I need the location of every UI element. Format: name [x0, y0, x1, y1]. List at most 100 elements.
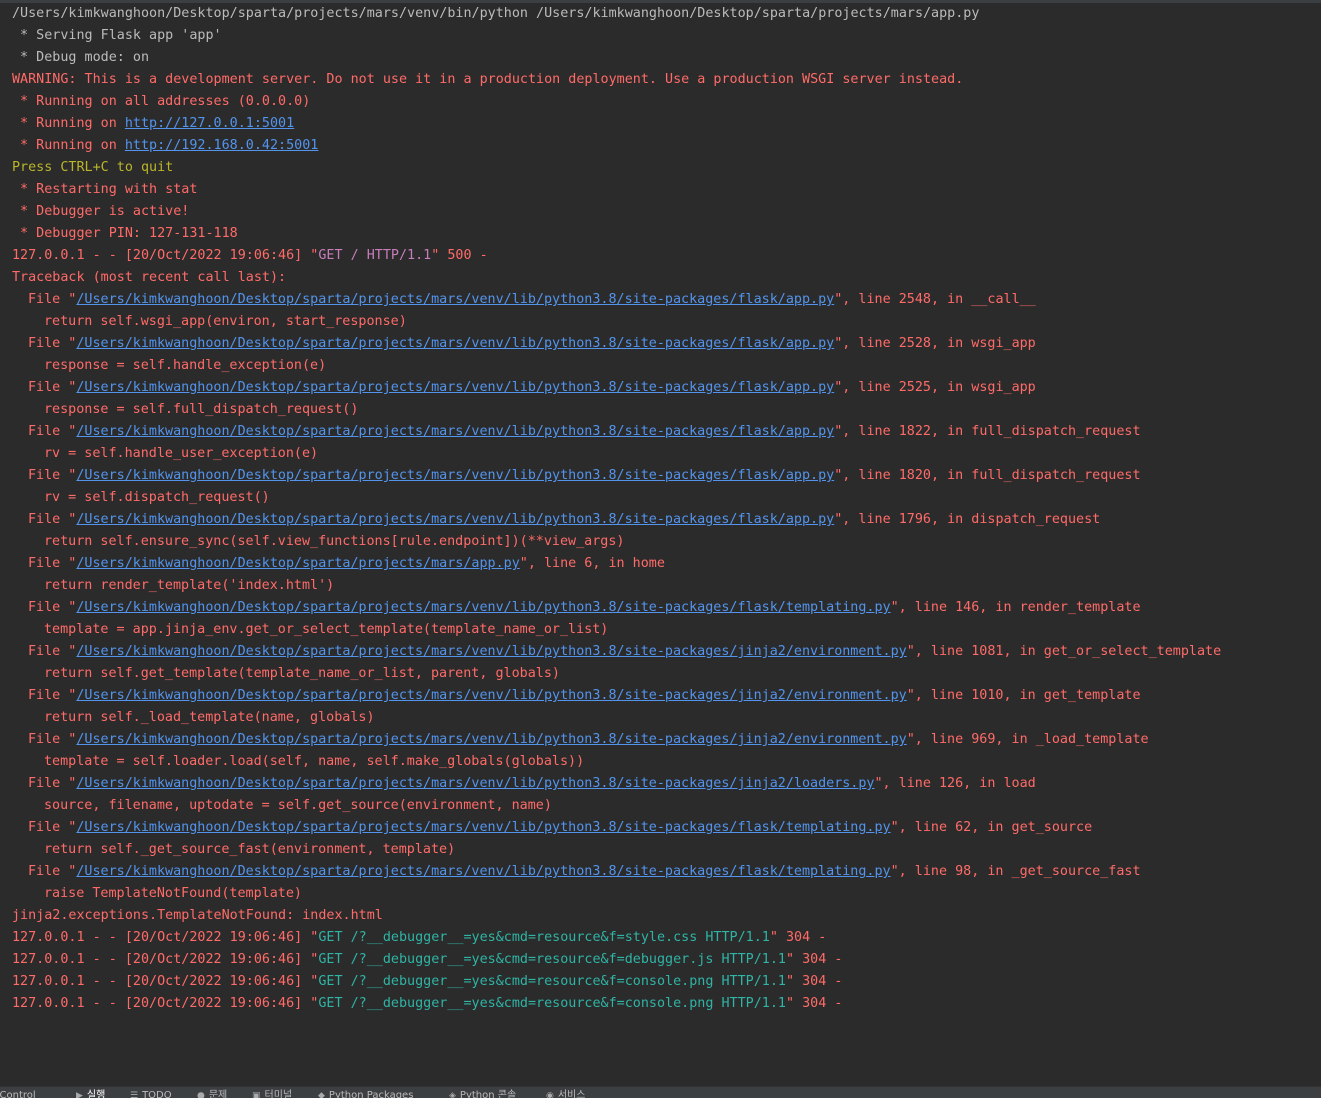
file-prefix: File "	[28, 468, 77, 483]
console-line-debugger-pin: * Debugger PIN: 127-131-118	[0, 223, 1321, 245]
file-prefix: File "	[28, 820, 77, 835]
frame-file-link[interactable]: /Users/kimkwanghoon/Desktop/sparta/proje…	[76, 820, 890, 835]
frame-file-link[interactable]: /Users/kimkwanghoon/Desktop/sparta/proje…	[76, 688, 906, 703]
frame-location: ", line 969, in _load_template	[906, 732, 1149, 747]
frame-location: ", line 1820, in full_dispatch_request	[834, 468, 1141, 483]
debug-mode-text: * Debug mode: on	[12, 50, 150, 65]
tab-label: 실행	[86, 1090, 106, 1098]
frame-file-link[interactable]: /Users/kimkwanghoon/Desktop/sparta/proje…	[76, 380, 834, 395]
console-line-traceback-header: Traceback (most recent call last):	[0, 267, 1321, 289]
request-prefix: 127.0.0.1 - - [20/Oct/2022 19:06:46] "	[12, 974, 319, 989]
services-icon: ◉	[546, 1091, 554, 1098]
traceback-frame-code: response = self.full_dispatch_request()	[0, 399, 1321, 421]
frame-file-link[interactable]: /Users/kimkwanghoon/Desktop/sparta/proje…	[76, 732, 906, 747]
traceback-frame-location: File "/Users/kimkwanghoon/Desktop/sparta…	[0, 641, 1321, 663]
tab-label: 서비스	[557, 1090, 586, 1098]
frame-file-link[interactable]: /Users/kimkwanghoon/Desktop/sparta/proje…	[76, 292, 834, 307]
tab-terminal[interactable]: ▣ 터미널	[252, 1090, 292, 1098]
frame-file-link[interactable]: /Users/kimkwanghoon/Desktop/sparta/proje…	[76, 644, 906, 659]
frame-file-link[interactable]: /Users/kimkwanghoon/Desktop/sparta/proje…	[76, 556, 519, 571]
console-line-request-main: 127.0.0.1 - - [20/Oct/2022 19:06:46] "GE…	[0, 245, 1321, 267]
tab-python-console[interactable]: ◈ Python 콘솔	[449, 1090, 516, 1098]
file-prefix: File "	[28, 864, 77, 879]
frame-location: ", line 1081, in get_or_select_template	[906, 644, 1222, 659]
tab-problems[interactable]: ● 문제	[197, 1090, 227, 1098]
traceback-frame-location: File "/Users/kimkwanghoon/Desktop/sparta…	[0, 685, 1321, 707]
frame-code: return render_template('index.html')	[44, 578, 335, 593]
request-log-line: 127.0.0.1 - - [20/Oct/2022 19:06:46] "GE…	[0, 949, 1321, 971]
frame-code: rv = self.handle_user_exception(e)	[44, 446, 319, 461]
url-lan-link[interactable]: http://192.168.0.42:5001	[125, 138, 318, 153]
request-log: 127.0.0.1 - - [20/Oct/2022 19:06:46] "GE…	[0, 927, 1321, 1015]
tab-label: n Control	[0, 1090, 36, 1098]
frame-file-link[interactable]: /Users/kimkwanghoon/Desktop/sparta/proje…	[76, 336, 834, 351]
tab-run[interactable]: ▶ 실행	[76, 1090, 105, 1098]
frame-file-link[interactable]: /Users/kimkwanghoon/Desktop/sparta/proje…	[76, 424, 834, 439]
frame-code: return self._get_source_fast(environment…	[44, 842, 456, 857]
frame-location: ", line 6, in home	[519, 556, 665, 571]
request-prefix: 127.0.0.1 - - [20/Oct/2022 19:06:46] "	[12, 248, 319, 263]
frame-file-link[interactable]: /Users/kimkwanghoon/Desktop/sparta/proje…	[76, 468, 834, 483]
frame-location: ", line 1796, in dispatch_request	[834, 512, 1101, 527]
tab-services[interactable]: ◉ 서비스	[546, 1090, 585, 1098]
traceback-frame-code: return render_template('index.html')	[0, 575, 1321, 597]
request-prefix: 127.0.0.1 - - [20/Oct/2022 19:06:46] "	[12, 930, 319, 945]
frame-location: ", line 2525, in wsgi_app	[834, 380, 1036, 395]
url-local-link[interactable]: http://127.0.0.1:5001	[125, 116, 294, 131]
traceback-frame-location: File "/Users/kimkwanghoon/Desktop/sparta…	[0, 729, 1321, 751]
restarting-text: * Restarting with stat	[12, 182, 198, 197]
frame-location: ", line 146, in render_template	[890, 600, 1141, 615]
list-icon: ☰	[130, 1091, 139, 1098]
frame-file-link[interactable]: /Users/kimkwanghoon/Desktop/sparta/proje…	[76, 776, 874, 791]
frame-location: ", line 2548, in __call__	[834, 292, 1036, 307]
traceback-frame-location: File "/Users/kimkwanghoon/Desktop/sparta…	[0, 289, 1321, 311]
traceback-frame-code: rv = self.handle_user_exception(e)	[0, 443, 1321, 465]
tab-todo[interactable]: ☰ TODO	[130, 1090, 172, 1098]
traceback-frame-location: File "/Users/kimkwanghoon/Desktop/sparta…	[0, 773, 1321, 795]
traceback-frame-location: File "/Users/kimkwanghoon/Desktop/sparta…	[0, 597, 1321, 619]
request-text: GET /?__debugger__=yes&cmd=resource&f=co…	[318, 974, 786, 989]
run-console[interactable]: /Users/kimkwanghoon/Desktop/sparta/proje…	[0, 0, 1321, 1086]
tab-version-control[interactable]: n Control	[0, 1090, 36, 1098]
traceback-frame-code: return self.wsgi_app(environ, start_resp…	[0, 311, 1321, 333]
request-log-line: 127.0.0.1 - - [20/Oct/2022 19:06:46] "GE…	[0, 927, 1321, 949]
warning-text: WARNING: This is a development server. D…	[12, 72, 964, 87]
request-text: GET /?__debugger__=yes&cmd=resource&f=st…	[318, 930, 770, 945]
tab-label: Python 콘솔	[459, 1090, 517, 1098]
file-prefix: File "	[28, 732, 77, 747]
console-line-warning: WARNING: This is a development server. D…	[0, 69, 1321, 91]
request-suffix: " 500 -	[431, 248, 488, 263]
request-log-line: 127.0.0.1 - - [20/Oct/2022 19:06:46] "GE…	[0, 971, 1321, 993]
traceback-frame-location: File "/Users/kimkwanghoon/Desktop/sparta…	[0, 421, 1321, 443]
frame-code: template = self.loader.load(self, name, …	[44, 754, 585, 769]
file-prefix: File "	[28, 776, 77, 791]
frame-code: source, filename, uptodate = self.get_so…	[44, 798, 552, 813]
play-icon: ▶	[76, 1091, 83, 1098]
traceback-frame-location: File "/Users/kimkwanghoon/Desktop/sparta…	[0, 465, 1321, 487]
traceback-frame-location: File "/Users/kimkwanghoon/Desktop/sparta…	[0, 861, 1321, 883]
script-path: /Users/kimkwanghoon/Desktop/sparta/proje…	[536, 6, 980, 21]
traceback-frame-code: source, filename, uptodate = self.get_so…	[0, 795, 1321, 817]
traceback-header: Traceback (most recent call last):	[12, 270, 287, 285]
tab-label: TODO	[142, 1090, 172, 1098]
file-prefix: File "	[28, 512, 77, 527]
file-prefix: File "	[28, 380, 77, 395]
serving-text: * Serving Flask app 'app'	[12, 28, 222, 43]
request-suffix: " 304 -	[785, 974, 843, 989]
traceback-frame-code: response = self.handle_exception(e)	[0, 355, 1321, 377]
tool-window-bar: n Control ▶실행 ☰TODO ●문제 ▣터미널 ◆Python Pac…	[0, 1086, 1321, 1098]
console-line-quit-hint: Press CTRL+C to quit	[0, 157, 1321, 179]
running-prefix: * Running on	[12, 138, 125, 153]
frame-location: ", line 98, in _get_source_fast	[890, 864, 1141, 879]
frame-code: response = self.handle_exception(e)	[44, 358, 327, 373]
frame-location: ", line 62, in get_source	[890, 820, 1093, 835]
file-prefix: File "	[28, 336, 77, 351]
frame-file-link[interactable]: /Users/kimkwanghoon/Desktop/sparta/proje…	[76, 864, 890, 879]
frame-file-link[interactable]: /Users/kimkwanghoon/Desktop/sparta/proje…	[76, 600, 890, 615]
traceback-frame-location: File "/Users/kimkwanghoon/Desktop/sparta…	[0, 553, 1321, 575]
terminal-icon: ▣	[252, 1091, 261, 1098]
request-text: GET /?__debugger__=yes&cmd=resource&f=co…	[318, 996, 786, 1011]
frame-file-link[interactable]: /Users/kimkwanghoon/Desktop/sparta/proje…	[76, 512, 834, 527]
file-prefix: File "	[28, 292, 77, 307]
tab-python-packages[interactable]: ◆ Python Packages	[318, 1090, 413, 1098]
